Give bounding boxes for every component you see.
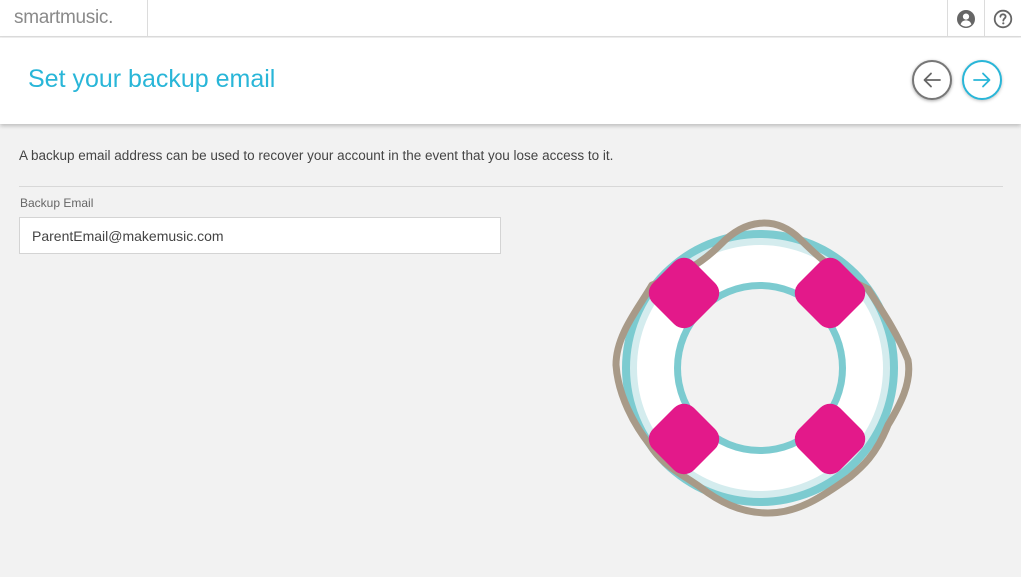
life-ring-icon <box>612 219 913 517</box>
next-button[interactable] <box>962 60 1002 100</box>
backup-email-label: Backup Email <box>20 196 94 210</box>
help-button[interactable] <box>984 0 1021 37</box>
page-header: Set your backup email <box>0 38 1021 124</box>
description-text: A backup email address can be used to re… <box>19 148 614 163</box>
user-account-button[interactable] <box>947 0 984 37</box>
app-logo[interactable]: smartmusic. <box>0 0 148 37</box>
page-title: Set your backup email <box>28 65 276 93</box>
backup-email-input[interactable] <box>19 217 501 254</box>
divider <box>19 186 1003 187</box>
logo-text: smartmusic. <box>14 7 114 28</box>
arrow-left-icon <box>923 72 941 88</box>
top-bar: smartmusic. <box>0 0 1021 37</box>
help-icon <box>993 9 1013 28</box>
user-icon <box>957 9 975 28</box>
arrow-right-icon <box>973 72 991 88</box>
back-button[interactable] <box>912 60 952 100</box>
